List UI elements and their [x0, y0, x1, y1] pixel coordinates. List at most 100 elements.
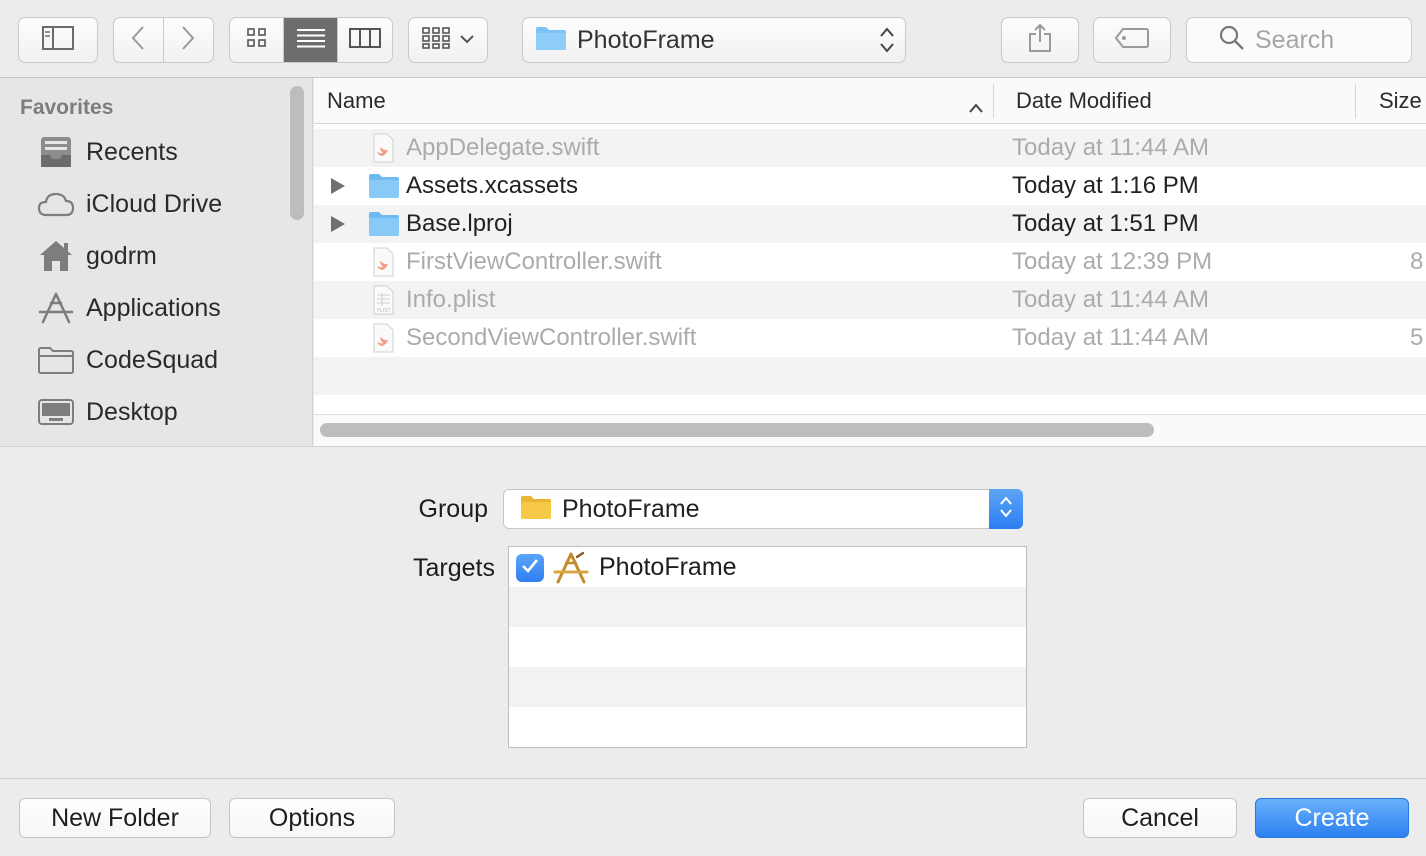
create-button[interactable]: Create — [1255, 798, 1409, 838]
folder-icon — [368, 209, 399, 239]
share-button[interactable] — [1001, 17, 1079, 63]
options-button[interactable]: Options — [229, 798, 395, 838]
sidebar: Favorites Recents iCloud Drive godrm App… — [0, 78, 313, 446]
toolbar: PhotoFrame — [0, 0, 1426, 78]
grid-icon — [246, 27, 267, 53]
file-row-appdelegate[interactable]: AppDelegate.swift Today at 11:44 AM — [314, 129, 1426, 167]
sidebar-item-codesquad[interactable]: CodeSquad — [36, 338, 286, 382]
sidebar-item-applications[interactable]: Applications — [36, 286, 286, 330]
applications-icon — [36, 288, 76, 328]
empty-row — [509, 667, 1026, 707]
location-label: PhotoFrame — [577, 25, 715, 54]
file-name: FirstViewController.swift — [406, 248, 662, 275]
tag-button[interactable] — [1093, 17, 1171, 63]
list-view-button[interactable] — [284, 18, 338, 62]
column-divider[interactable] — [993, 84, 994, 118]
group-popup[interactable]: PhotoFrame — [503, 489, 1023, 529]
chevron-down-icon — [460, 31, 474, 49]
file-name: Info.plist — [406, 286, 496, 313]
column-header-date-label: Date Modified — [1016, 88, 1152, 113]
target-name: PhotoFrame — [599, 553, 737, 581]
targets-list: PhotoFrame — [508, 546, 1027, 748]
sidebar-item-label: Recents — [86, 137, 178, 166]
sidebar-item-godrm[interactable]: godrm — [36, 234, 286, 278]
targets-label: Targets — [413, 554, 495, 582]
file-date: Today at 11:44 AM — [1012, 286, 1210, 313]
file-size: 5 — [1410, 324, 1424, 351]
bottom-bar: New Folder Options Cancel Create — [0, 778, 1426, 856]
file-name: AppDelegate.swift — [406, 134, 600, 161]
tag-icon — [1114, 27, 1149, 53]
location-popup[interactable]: PhotoFrame — [522, 17, 906, 63]
file-name: Base.lproj — [406, 210, 513, 237]
file-row-secondviewcontroller[interactable]: SecondViewController.swift Today at 11:4… — [314, 319, 1426, 357]
desktop-icon — [36, 392, 76, 432]
column-header-date-modified[interactable]: Date Modified — [1016, 78, 1346, 124]
columns-icon — [348, 27, 381, 53]
search-input[interactable] — [1255, 25, 1425, 55]
recents-icon — [36, 132, 76, 172]
group-by-menu-button[interactable] — [408, 17, 488, 63]
file-list: Name Date Modified Size AppDelegate.swif… — [314, 78, 1426, 446]
sidebar-scrollbar[interactable] — [290, 86, 304, 220]
column-divider[interactable] — [1355, 84, 1356, 118]
column-view-button[interactable] — [338, 18, 392, 62]
sidebar-item-label: iCloud Drive — [86, 189, 223, 218]
file-date: Today at 11:44 AM — [1012, 134, 1210, 161]
checkmark-icon — [521, 558, 539, 579]
sidebar-item-desktop[interactable]: Desktop — [36, 390, 286, 434]
plist-file-icon: PLIST — [368, 285, 398, 315]
file-row-info-plist[interactable]: PLIST Info.plist Today at 11:44 AM — [314, 281, 1426, 319]
sidebar-item-recents[interactable]: Recents — [36, 130, 286, 174]
folder-icon — [535, 25, 567, 56]
group-popup-stepper[interactable] — [989, 489, 1023, 529]
column-header-size[interactable]: Size — [1379, 78, 1426, 124]
navigation-segment — [113, 17, 214, 63]
search-icon — [1219, 25, 1245, 56]
folder-icon — [36, 340, 76, 380]
folder-icon — [520, 494, 552, 525]
up-down-arrows-icon — [879, 26, 895, 59]
empty-row — [509, 707, 1026, 747]
file-name: Assets.xcassets — [406, 172, 579, 199]
column-header-name-label: Name — [327, 88, 386, 113]
target-row[interactable]: PhotoFrame — [509, 547, 1026, 587]
view-mode-segment — [229, 17, 393, 63]
file-size: 8 — [1410, 248, 1424, 275]
chevron-left-icon — [131, 25, 145, 56]
forward-button[interactable] — [164, 18, 214, 62]
column-header-name[interactable]: Name — [327, 78, 987, 124]
sidebar-item-icloud-drive[interactable]: iCloud Drive — [36, 182, 286, 226]
options-panel: Group PhotoFrame Targets PhotoFrame — [0, 446, 1426, 778]
sidebar-section-header: Favorites — [20, 96, 114, 119]
app-target-icon — [553, 551, 589, 590]
sidebar-item-label: CodeSquad — [86, 345, 219, 374]
file-row-assets[interactable]: Assets.xcassets Today at 1:16 PM — [314, 167, 1426, 205]
column-header-bar: Name Date Modified Size — [314, 78, 1426, 124]
cancel-button[interactable]: Cancel — [1083, 798, 1237, 838]
sidebar-toggle-button[interactable] — [18, 17, 98, 63]
back-button[interactable] — [114, 18, 164, 62]
icon-view-button[interactable] — [230, 18, 285, 62]
horizontal-scrollbar[interactable] — [320, 423, 1154, 437]
group-grid-icon — [422, 26, 452, 54]
disclosure-triangle-icon[interactable] — [330, 177, 346, 200]
file-date: Today at 11:44 AM — [1012, 324, 1210, 351]
up-down-arrows-icon — [999, 494, 1013, 525]
disclosure-triangle-icon[interactable] — [330, 215, 346, 238]
chevron-right-icon — [181, 25, 195, 56]
svg-text:PLIST: PLIST — [377, 308, 391, 314]
home-icon — [36, 236, 76, 276]
empty-row — [509, 587, 1026, 627]
file-date: Today at 1:16 PM — [1012, 172, 1199, 199]
new-folder-button[interactable]: New Folder — [19, 798, 211, 838]
file-row-base-lproj[interactable]: Base.lproj Today at 1:51 PM — [314, 205, 1426, 243]
horizontal-scrollbar-track — [314, 414, 1426, 446]
search-field[interactable] — [1186, 17, 1425, 63]
file-row-firstviewcontroller[interactable]: FirstViewController.swift Today at 12:39… — [314, 243, 1426, 281]
folder-icon — [368, 171, 399, 201]
file-date: Today at 1:51 PM — [1012, 210, 1199, 237]
target-checkbox[interactable] — [516, 554, 544, 582]
empty-row — [509, 627, 1026, 667]
cloud-icon — [36, 184, 76, 224]
